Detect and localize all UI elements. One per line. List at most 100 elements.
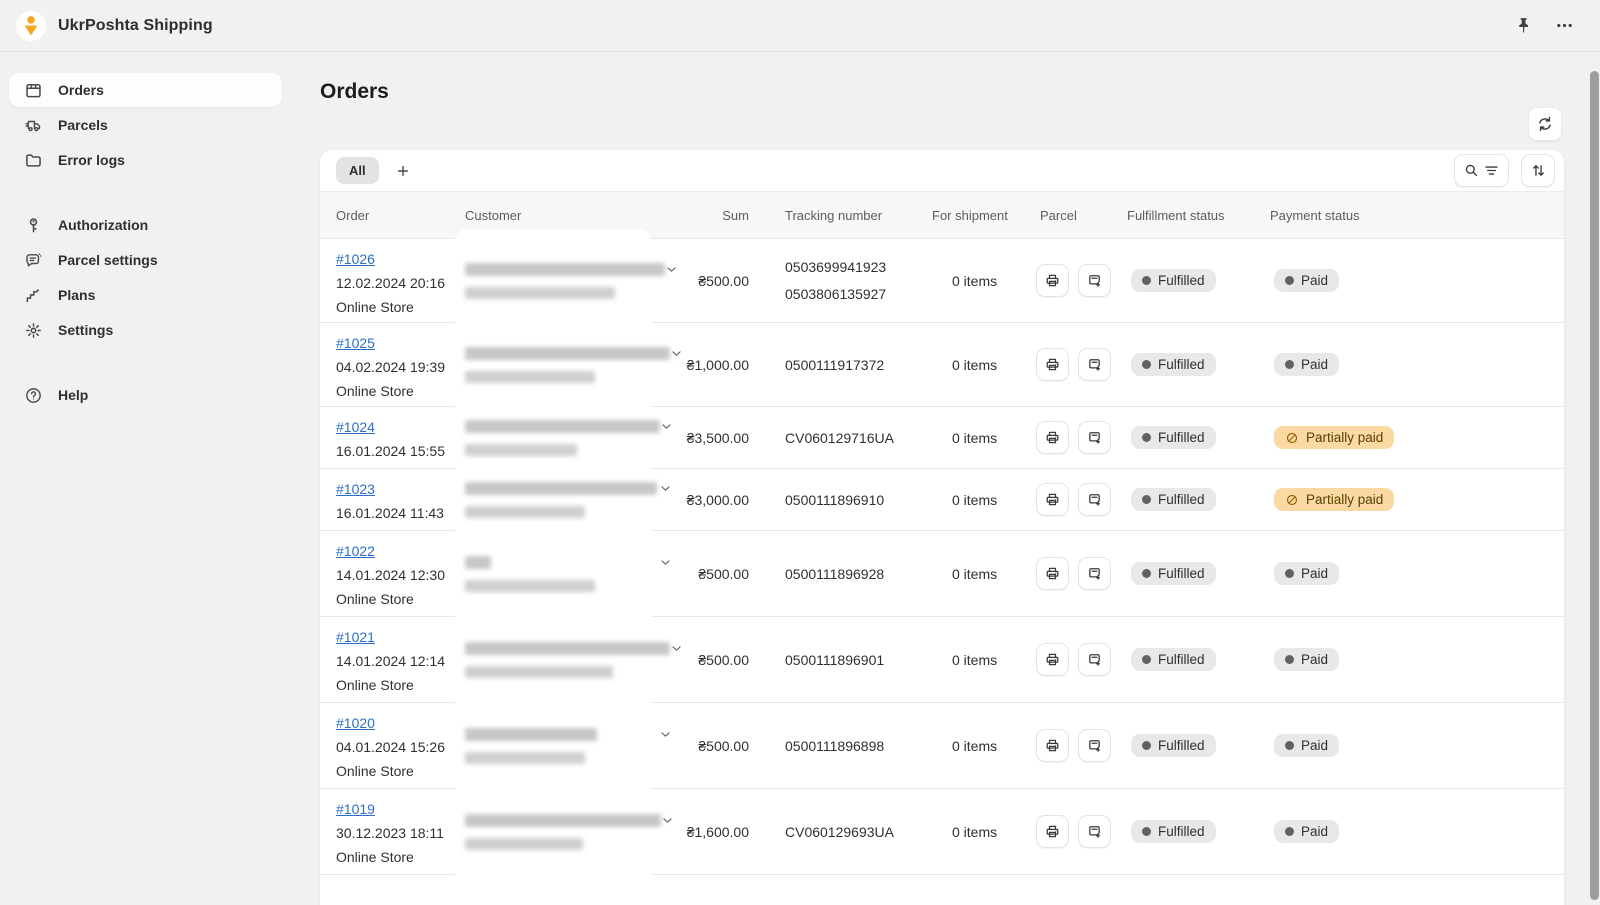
sidebar-item-error-logs[interactable]: Error logs [9, 143, 282, 177]
create-parcel-button[interactable] [1078, 729, 1111, 762]
create-parcel-button[interactable] [1078, 557, 1111, 590]
print-label-button[interactable] [1036, 557, 1069, 590]
order-link[interactable]: #1026 [336, 247, 375, 271]
customer-name-masked [465, 556, 491, 569]
chevron-down-icon[interactable] [670, 642, 683, 655]
tab-all[interactable]: All [336, 157, 379, 184]
sidebar-item-label: Plans [58, 287, 95, 303]
ukrposhta-logo-icon [16, 11, 46, 41]
order-channel: Online Store [336, 295, 414, 319]
order-link[interactable]: #1021 [336, 625, 375, 649]
sidebar-item-help[interactable]: Help [9, 378, 282, 412]
fulfillment-status-badge: Fulfilled [1131, 426, 1216, 449]
order-channel: Online Store [336, 587, 414, 611]
key-icon [24, 216, 43, 235]
create-parcel-button[interactable] [1078, 815, 1111, 848]
print-label-button[interactable] [1036, 421, 1069, 454]
chevron-down-icon[interactable] [665, 263, 678, 276]
status-dot-icon [1142, 827, 1151, 836]
create-parcel-button[interactable] [1078, 483, 1111, 516]
order-date: 12.02.2024 20:16 [336, 271, 445, 295]
add-view-button[interactable] [389, 157, 417, 185]
for-shipment-count: 0 items [932, 531, 1032, 616]
sidebar-item-settings[interactable]: Settings [9, 313, 282, 347]
customer-phone-masked [465, 506, 585, 518]
print-label-button[interactable] [1036, 264, 1069, 297]
topbar: UkrPoshta Shipping [0, 0, 1600, 52]
fulfillment-status-badge: Fulfilled [1131, 820, 1216, 843]
fulfillment-status-badge: Fulfilled [1131, 488, 1216, 511]
for-shipment-count: 0 items [932, 703, 1032, 788]
order-sum: ₴500.00 [680, 703, 749, 788]
for-shipment-count: 0 items [932, 323, 1032, 406]
customer-cell [465, 789, 680, 874]
create-parcel-button[interactable] [1078, 348, 1111, 381]
add-document-icon [1086, 429, 1103, 446]
create-parcel-button[interactable] [1078, 643, 1111, 676]
table-row: #1022 14.01.2024 12:30 Online Store ₴500… [320, 531, 1564, 617]
order-date: 16.01.2024 15:55 [336, 439, 445, 463]
pin-icon[interactable] [1512, 14, 1535, 37]
create-parcel-button[interactable] [1078, 421, 1111, 454]
more-icon[interactable] [1553, 14, 1576, 37]
order-sum: ₴500.00 [680, 239, 749, 322]
sidebar-item-parcel-settings[interactable]: Parcel settings [9, 243, 282, 277]
payment-status-badge: Paid [1274, 820, 1339, 843]
sidebar-item-authorization[interactable]: Authorization [9, 208, 282, 242]
col-for-shipment: For shipment [932, 208, 1032, 223]
print-label-button[interactable] [1036, 643, 1069, 676]
chevron-down-icon[interactable] [659, 728, 672, 741]
order-sum: ₴3,000.00 [680, 469, 749, 530]
print-label-button[interactable] [1036, 729, 1069, 762]
printer-icon [1044, 429, 1061, 446]
search-filter-button[interactable] [1454, 154, 1509, 187]
print-label-button[interactable] [1036, 483, 1069, 516]
order-link[interactable]: #1022 [336, 539, 375, 563]
tracking-number: 0503699941923 [785, 259, 886, 275]
printer-icon [1044, 823, 1061, 840]
sidebar-item-parcels[interactable]: Parcels [9, 108, 282, 142]
chevron-down-icon[interactable] [660, 420, 673, 433]
fulfillment-status-badge: Fulfilled [1131, 562, 1216, 585]
customer-name-masked [465, 728, 597, 741]
add-document-icon [1086, 491, 1103, 508]
customer-cell [465, 407, 680, 468]
tracking-number: 0500111896928 [785, 566, 884, 582]
for-shipment-count: 0 items [932, 617, 1032, 702]
print-label-button[interactable] [1036, 348, 1069, 381]
customer-name-masked [465, 642, 670, 655]
order-link[interactable]: #1025 [336, 331, 375, 355]
chevron-down-icon[interactable] [670, 347, 683, 360]
orders-box-icon [24, 81, 43, 100]
tracking-number: CV060129693UA [785, 824, 894, 840]
sidebar-item-orders[interactable]: Orders [9, 73, 282, 107]
order-link[interactable]: #1023 [336, 477, 375, 501]
status-dot-icon [1142, 433, 1151, 442]
sidebar-item-label: Error logs [58, 152, 125, 168]
sidebar-item-label: Help [58, 387, 88, 403]
order-link[interactable]: #1019 [336, 797, 375, 821]
plus-icon [395, 163, 411, 179]
main-content: Orders All [291, 52, 1600, 900]
customer-phone-masked [465, 444, 577, 456]
vertical-scrollbar[interactable] [1590, 71, 1599, 900]
sidebar-item-label: Parcel settings [58, 252, 158, 268]
order-link[interactable]: #1020 [336, 711, 375, 735]
sidebar-item-label: Authorization [58, 217, 148, 233]
col-sum: Sum [680, 208, 749, 223]
print-label-button[interactable] [1036, 815, 1069, 848]
refresh-icon[interactable] [1528, 107, 1562, 141]
sort-button[interactable] [1521, 154, 1555, 187]
col-order: Order [336, 208, 465, 223]
sidebar-item-plans[interactable]: Plans [9, 278, 282, 312]
order-link[interactable]: #1024 [336, 415, 375, 439]
chevron-down-icon[interactable] [659, 482, 672, 495]
create-parcel-button[interactable] [1078, 264, 1111, 297]
chevron-down-icon[interactable] [661, 814, 674, 827]
add-document-icon [1086, 565, 1103, 582]
customer-phone-masked [465, 580, 595, 592]
customer-cell [465, 617, 680, 702]
chevron-down-icon[interactable] [659, 556, 672, 569]
fulfillment-status-badge: Fulfilled [1131, 648, 1216, 671]
order-date: 16.01.2024 11:43 [336, 501, 444, 525]
